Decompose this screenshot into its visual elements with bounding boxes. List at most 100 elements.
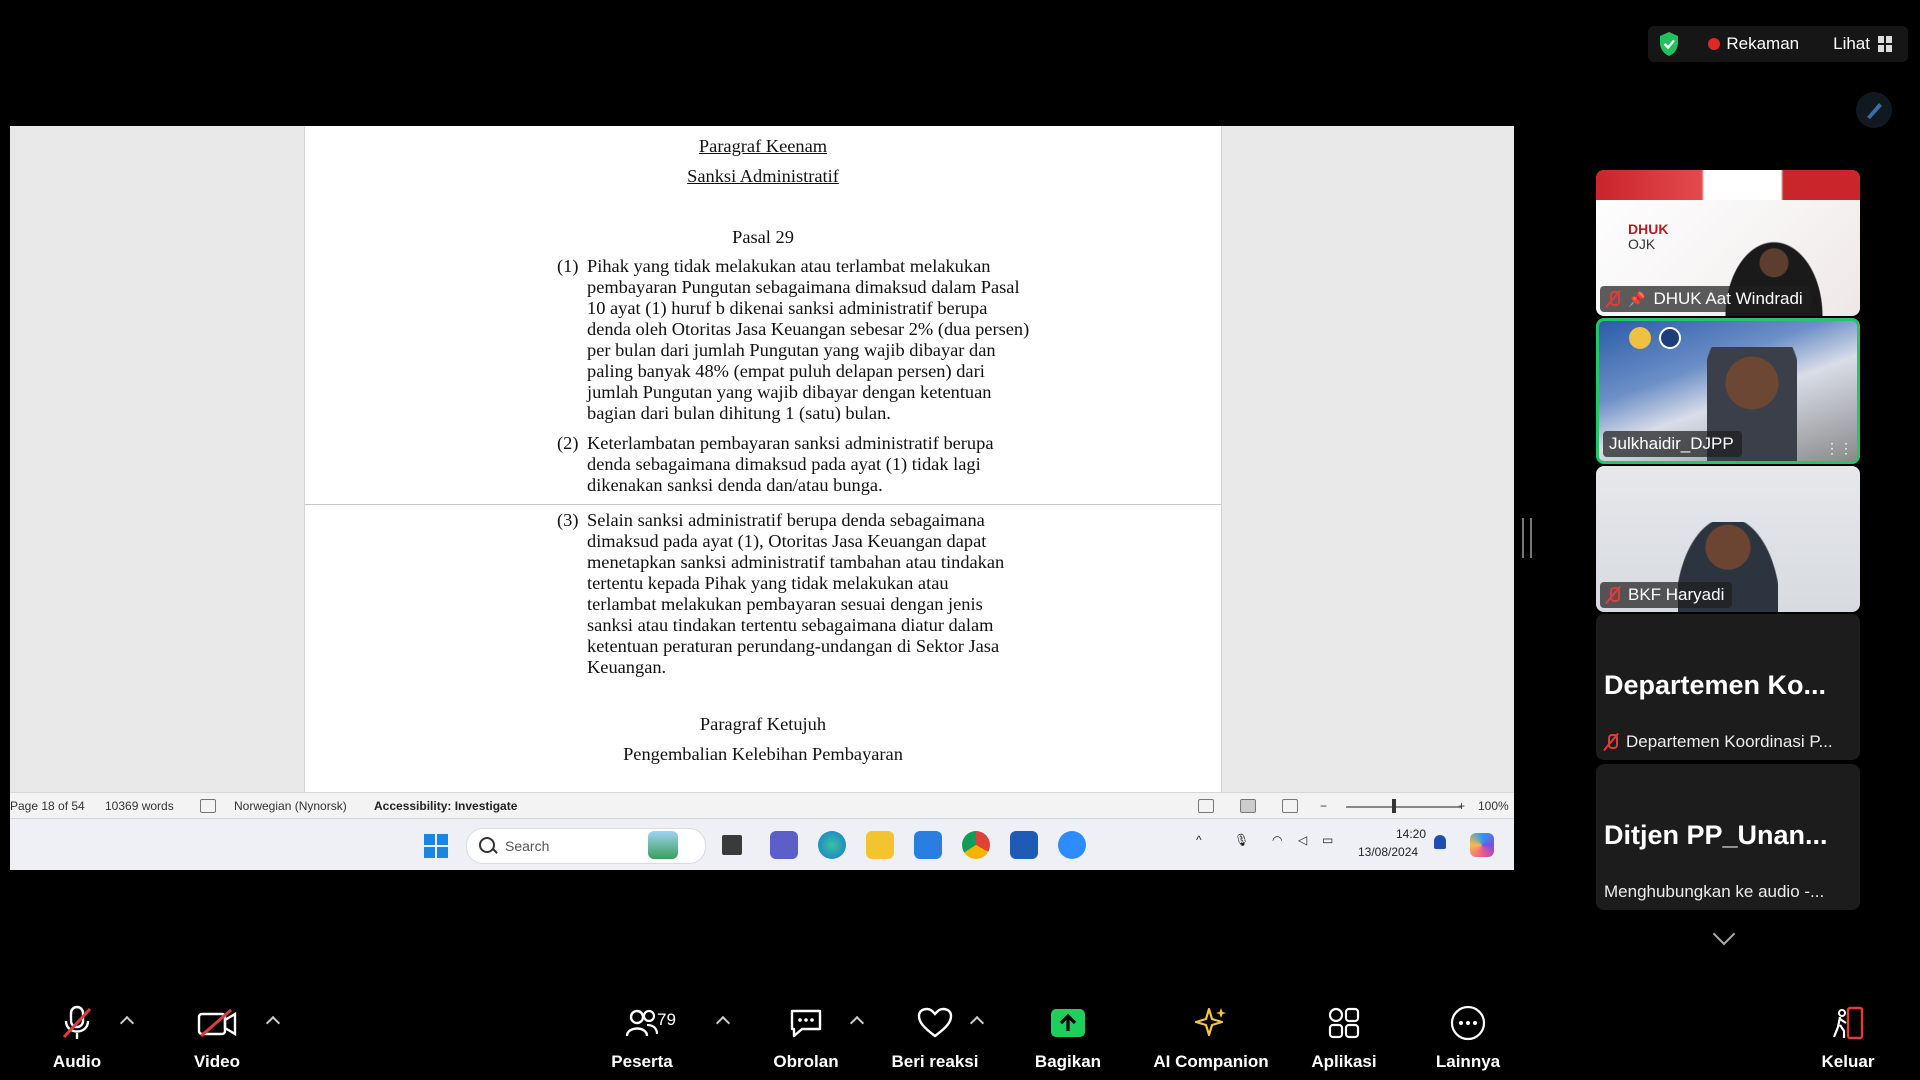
- language-label[interactable]: Norwegian (Nynorsk): [234, 799, 347, 813]
- clause-number: (1): [557, 256, 579, 276]
- print-layout-icon[interactable]: [1240, 799, 1256, 813]
- wifi-icon[interactable]: ◠: [1272, 833, 1282, 847]
- clause-line: denda oleh Otoritas Jasa Keuangan sebesa…: [587, 319, 1030, 339]
- web-layout-icon[interactable]: [1282, 799, 1298, 813]
- video-button[interactable]: Video: [162, 1004, 272, 1072]
- shield-check-icon[interactable]: [1658, 31, 1680, 57]
- tile-options-icon[interactable]: ⋮⋮: [1825, 440, 1853, 457]
- chrome-icon[interactable]: [962, 831, 990, 859]
- participant-name: BKF Haryadi: [1628, 585, 1725, 604]
- clock-time[interactable]: 14:20: [1396, 827, 1426, 841]
- more-button[interactable]: Lainnya: [1413, 1004, 1523, 1072]
- audio-button[interactable]: Audio: [22, 1004, 132, 1072]
- copilot-icon[interactable]: [1470, 833, 1494, 857]
- zoom-level[interactable]: 100%: [1478, 799, 1509, 813]
- apps-icon: [1328, 1007, 1360, 1039]
- meeting-status-bar: Rekaman Lihat: [1648, 26, 1908, 62]
- accessibility-status[interactable]: Accessibility: Investigate: [374, 799, 517, 813]
- read-mode-icon[interactable]: [1198, 799, 1214, 813]
- mail-icon[interactable]: [914, 831, 942, 859]
- zoom-slider-thumb[interactable]: [1392, 799, 1396, 813]
- dhuk-ojk-logo: DHUK OJK: [1628, 221, 1669, 252]
- ojk-banner: [1596, 170, 1860, 200]
- zoom-out-button[interactable]: −: [1320, 799, 1327, 813]
- annotate-pen-button[interactable]: [1856, 92, 1892, 128]
- leave-label: Keluar: [1821, 1052, 1875, 1071]
- apps-button[interactable]: Aplikasi: [1289, 1004, 1399, 1072]
- split-resize-handle[interactable]: [1522, 518, 1532, 558]
- clause-line: Keuangan.: [587, 657, 667, 677]
- react-label: Beri reaksi: [891, 1052, 979, 1071]
- video-off-icon: [197, 1008, 237, 1038]
- sparkle-icon: [1194, 1007, 1226, 1037]
- clause-line: ketentuan peraturan perundang-undangan d…: [587, 636, 1000, 656]
- chat-button[interactable]: Obrolan: [751, 1004, 861, 1072]
- share-screen-icon: [1051, 1009, 1085, 1037]
- clause-line: Keterlambatan pembayaran sanksi administ…: [587, 433, 994, 453]
- clause-line: tertentu kepada Pihak yang tidak melakuk…: [587, 573, 949, 593]
- clause-line: dimaksud pada ayat (1), Otoritas Jasa Ke…: [587, 531, 987, 551]
- clause-text: Selain sanksi administratif berupa denda…: [587, 510, 1111, 678]
- participant-tile-ditjen[interactable]: Ditjen PP_Unan... Menghubungkan ke audio…: [1596, 764, 1860, 910]
- clock-date[interactable]: 13/08/2024: [1358, 845, 1418, 859]
- more-label: Lainnya: [1435, 1052, 1501, 1071]
- mic-muted-icon: [62, 1005, 92, 1039]
- proofing-icon[interactable]: [200, 799, 216, 813]
- clause-line: jumlah Pungutan yang wajib dibayar denga…: [587, 382, 992, 402]
- participant-tile-bkf-haryadi[interactable]: BKF Haryadi: [1596, 466, 1860, 612]
- participant-tile-julkhaidir[interactable]: Julkhaidir_DJPP ⋮⋮: [1596, 318, 1860, 464]
- page-break-line: [305, 504, 1221, 505]
- heading-paragraf-keenam: Paragraf Keenam: [698, 136, 828, 156]
- participant-display-name: Departemen Ko...: [1604, 670, 1827, 700]
- participants-caret-icon[interactable]: [715, 1015, 731, 1031]
- clause-text: Pihak yang tidak melakukan atau terlamba…: [587, 256, 1111, 424]
- clause-line: menetapkan sanksi administratif tambahan…: [587, 552, 1005, 572]
- shared-screen[interactable]: Paragraf Keenam Sanksi Administratif Pas…: [10, 126, 1514, 870]
- clause-line: denda sebagaimana dimaksud pada ayat (1)…: [587, 454, 981, 474]
- mic-muted-icon: [1606, 290, 1620, 308]
- participants-label: Peserta: [611, 1052, 673, 1071]
- react-button[interactable]: Beri reaksi: [880, 1004, 990, 1072]
- file-explorer-icon[interactable]: [866, 831, 894, 859]
- mic-muted-icon: [1604, 733, 1618, 751]
- participant-tile-dhuk[interactable]: DHUK OJK 📌 DHUK Aat Windradi: [1596, 170, 1860, 316]
- chevron-down-icon[interactable]: [1712, 922, 1736, 946]
- clause-line: pembayaran Pungutan sebagaimana dimaksud…: [587, 277, 1020, 297]
- clause-2: (2) Keterlambatan pembayaran sanksi admi…: [557, 433, 1113, 499]
- word-count[interactable]: 10369 words: [105, 799, 174, 813]
- view-button[interactable]: Lihat: [1819, 34, 1898, 54]
- word-status-bar: Page 18 of 54 10369 words Norwegian (Nyn…: [10, 792, 1514, 819]
- heading-pengembalian: Pengembalian Kelebihan Pembayaran: [623, 744, 903, 764]
- zoom-slider[interactable]: [1346, 806, 1462, 808]
- notification-bell-icon[interactable]: [1434, 835, 1446, 849]
- battery-icon[interactable]: ▭: [1322, 833, 1333, 847]
- weather-widget-icon[interactable]: [648, 831, 678, 859]
- tray-chevron-icon[interactable]: ^: [1196, 833, 1202, 847]
- chat-icon: [790, 1009, 822, 1038]
- word-icon[interactable]: [1010, 831, 1038, 859]
- search-placeholder: Search: [505, 838, 550, 854]
- mic-muted-icon: [1606, 586, 1620, 604]
- share-button[interactable]: Bagikan: [1013, 1004, 1123, 1072]
- ai-companion-button[interactable]: AI Companion: [1143, 1004, 1279, 1072]
- participants-button[interactable]: 79 Peserta: [587, 1004, 697, 1072]
- grid-view-icon: [1878, 36, 1892, 52]
- speaker-muted-icon[interactable]: ◁: [1298, 833, 1307, 847]
- zoom-in-button[interactable]: +: [1458, 799, 1465, 813]
- heart-icon: [917, 1007, 953, 1038]
- participant-name: DHUK Aat Windradi: [1653, 289, 1803, 308]
- edge-icon[interactable]: [818, 831, 846, 859]
- heading-paragraf-ketujuh: Paragraf Ketujuh: [699, 714, 827, 734]
- share-label: Bagikan: [1034, 1052, 1102, 1071]
- windows-start-icon[interactable]: [424, 834, 448, 858]
- search-icon: [479, 837, 495, 853]
- recording-indicator[interactable]: Rekaman: [1686, 34, 1813, 54]
- microphone-icon[interactable]: 🎙: [1234, 833, 1249, 847]
- participant-tile-departemen[interactable]: Departemen Ko... Departemen Koordinasi P…: [1596, 614, 1860, 760]
- leave-button[interactable]: Keluar: [1793, 1004, 1903, 1072]
- view-label: Lihat: [1833, 34, 1870, 53]
- task-view-icon[interactable]: [722, 835, 742, 855]
- zoom-app-icon[interactable]: [1058, 831, 1086, 859]
- teams-icon[interactable]: [770, 831, 798, 859]
- page-count[interactable]: Page 18 of 54: [10, 799, 85, 813]
